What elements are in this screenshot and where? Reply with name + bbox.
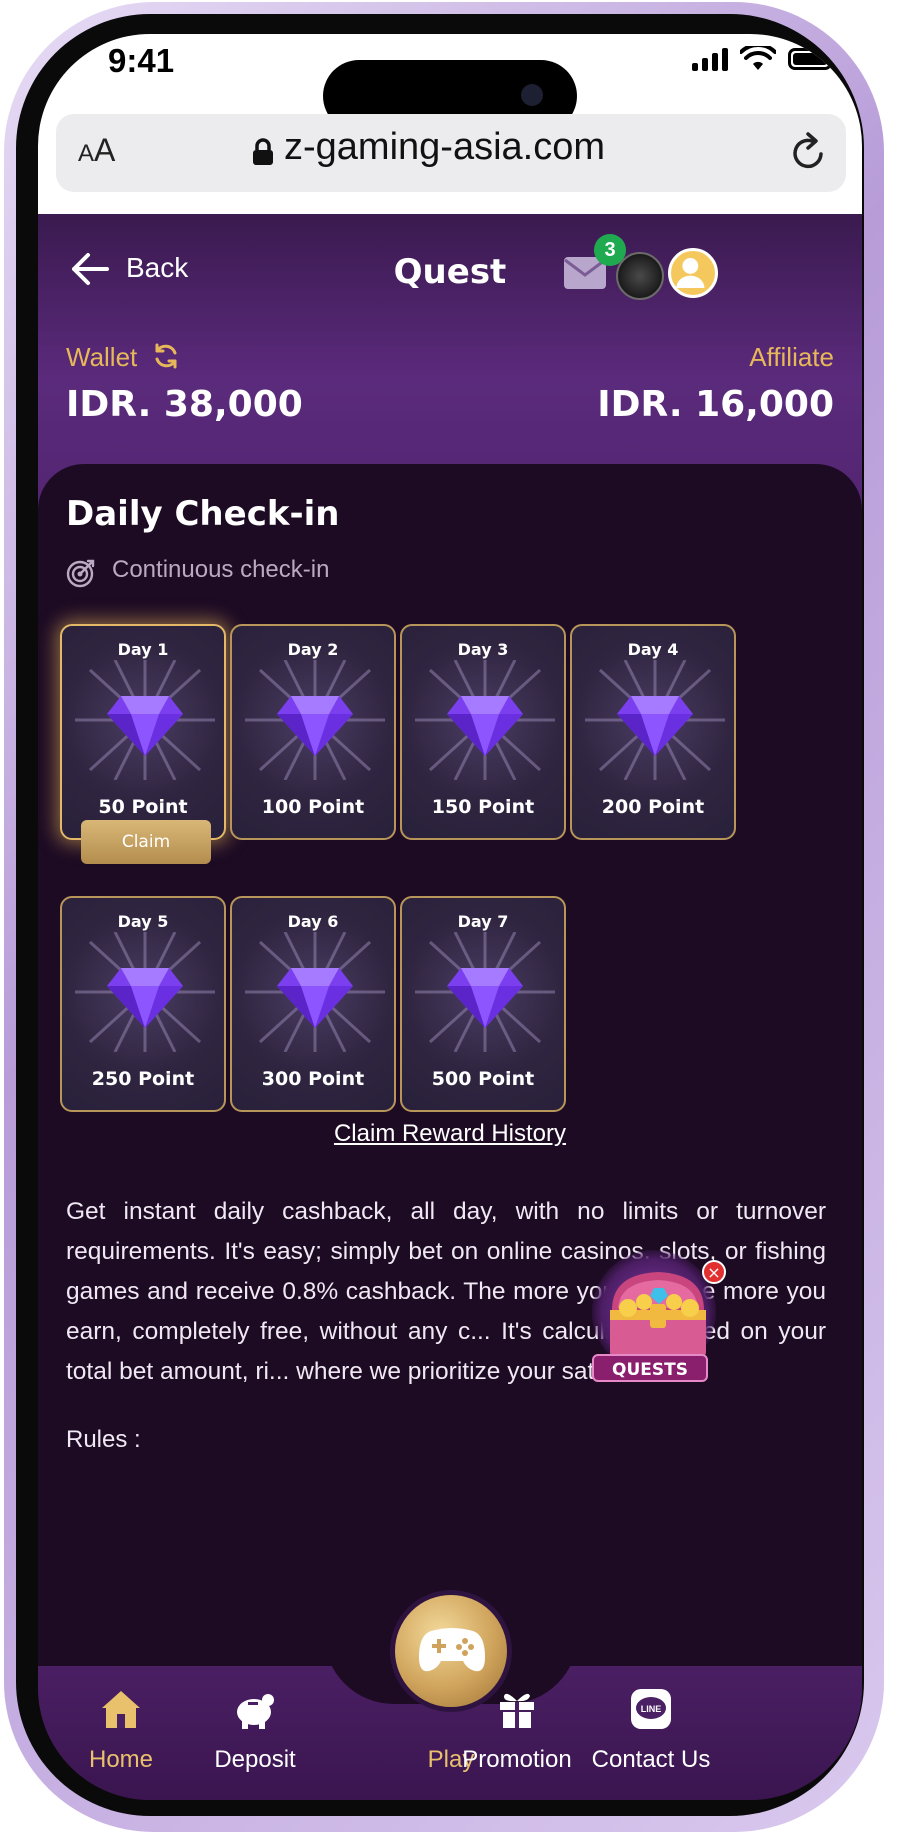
diamond-icon (617, 696, 693, 756)
diamond-icon (277, 968, 353, 1028)
nav-home[interactable]: Home (46, 1672, 196, 1792)
battery-icon (788, 48, 836, 70)
day-points: 500 Point (431, 1068, 535, 1090)
wifi-icon (740, 46, 776, 70)
status-icons (692, 46, 836, 72)
day-label: Day 2 (287, 640, 339, 659)
day-label: Day 5 (117, 912, 169, 931)
line-chat-icon: LINE (631, 1689, 671, 1729)
refresh-icon[interactable] (152, 342, 180, 370)
affiliate-amount: IDR. 16,000 (597, 384, 834, 425)
day-card-3[interactable]: Day 3 150 Point (400, 624, 566, 840)
day-card-1[interactable]: Day 1 50 Point (60, 624, 226, 840)
close-icon[interactable]: × (702, 1260, 726, 1284)
section-subtitle: Continuous check-in (112, 556, 330, 583)
svg-text:LINE: LINE (641, 1704, 662, 1714)
level-badge-icon[interactable] (616, 252, 664, 300)
camera-icon (521, 84, 543, 106)
cellular-signal-icon (692, 47, 728, 71)
day-points: 150 Point (431, 796, 535, 818)
diamond-icon (107, 968, 183, 1028)
day-points: 300 Point (261, 1068, 365, 1090)
section-title: Daily Check-in (66, 494, 340, 534)
day-card-5[interactable]: Day 5 250 Point (60, 896, 226, 1112)
affiliate-label: Affiliate (749, 342, 834, 372)
day-points: 50 Point (98, 796, 188, 818)
reload-icon[interactable] (788, 130, 828, 174)
gift-icon (500, 1693, 534, 1728)
piggy-bank-icon (237, 1694, 274, 1729)
rules-label: Rules : (66, 1426, 141, 1453)
status-time: 9:41 (108, 42, 175, 79)
claim-reward-history-link[interactable]: Claim Reward History (38, 1120, 862, 1148)
back-arrow-icon[interactable] (70, 252, 110, 286)
text-size-button[interactable]: AA (78, 132, 115, 169)
day-label: Day 7 (457, 912, 509, 931)
day-label: Day 4 (627, 640, 679, 659)
day-card-2[interactable]: Day 2 100 Point (230, 624, 396, 840)
nav-label: Contact Us (591, 1746, 711, 1773)
lock-icon (253, 138, 273, 165)
quests-floating-widget[interactable]: QUESTS × (584, 1250, 734, 1390)
nav-deposit[interactable]: Deposit (180, 1672, 330, 1792)
nav-promotion[interactable]: Promotion (442, 1672, 592, 1792)
day-label: Day 1 (117, 640, 169, 659)
diamond-icon (107, 696, 183, 756)
nav-label: Promotion (462, 1746, 572, 1773)
url-text[interactable]: z-gaming-asia.com (284, 126, 605, 169)
day-card-7[interactable]: Day 7 500 Point (400, 896, 566, 1112)
nav-label: Home (88, 1746, 154, 1773)
avatar[interactable] (668, 248, 718, 298)
target-icon (66, 559, 95, 588)
day-card-4[interactable]: Day 4 200 Point (570, 624, 736, 840)
diamond-icon (447, 968, 523, 1028)
home-icon (102, 1691, 140, 1728)
day-label: Day 6 (287, 912, 339, 931)
phone-screen: 9:41 AA z-gaming-asia.com Back Quest 3 W… (38, 34, 862, 1800)
day-points: 100 Point (261, 796, 365, 818)
diamond-icon (447, 696, 523, 756)
day-points: 250 Point (91, 1068, 195, 1090)
quests-label: QUESTS (592, 1354, 708, 1382)
day-card-6[interactable]: Day 6 300 Point (230, 896, 396, 1112)
nav-label: Deposit (214, 1746, 296, 1773)
user-icon (676, 258, 705, 288)
claim-button[interactable]: Claim (81, 820, 211, 864)
status-and-browser-area: 9:41 AA z-gaming-asia.com (38, 34, 862, 214)
treasure-chest-icon (610, 1272, 706, 1358)
wallet-amount: IDR. 38,000 (66, 384, 303, 425)
back-button[interactable]: Back (126, 252, 188, 284)
day-points: 200 Point (601, 796, 705, 818)
gamepad-icon (419, 1628, 485, 1672)
browser-url-bar[interactable]: AA z-gaming-asia.com (56, 114, 846, 192)
day-label: Day 3 (457, 640, 509, 659)
nav-contact-us[interactable]: LINE Contact Us (576, 1672, 726, 1792)
wallet-label: Wallet (66, 342, 138, 372)
diamond-icon (277, 696, 353, 756)
